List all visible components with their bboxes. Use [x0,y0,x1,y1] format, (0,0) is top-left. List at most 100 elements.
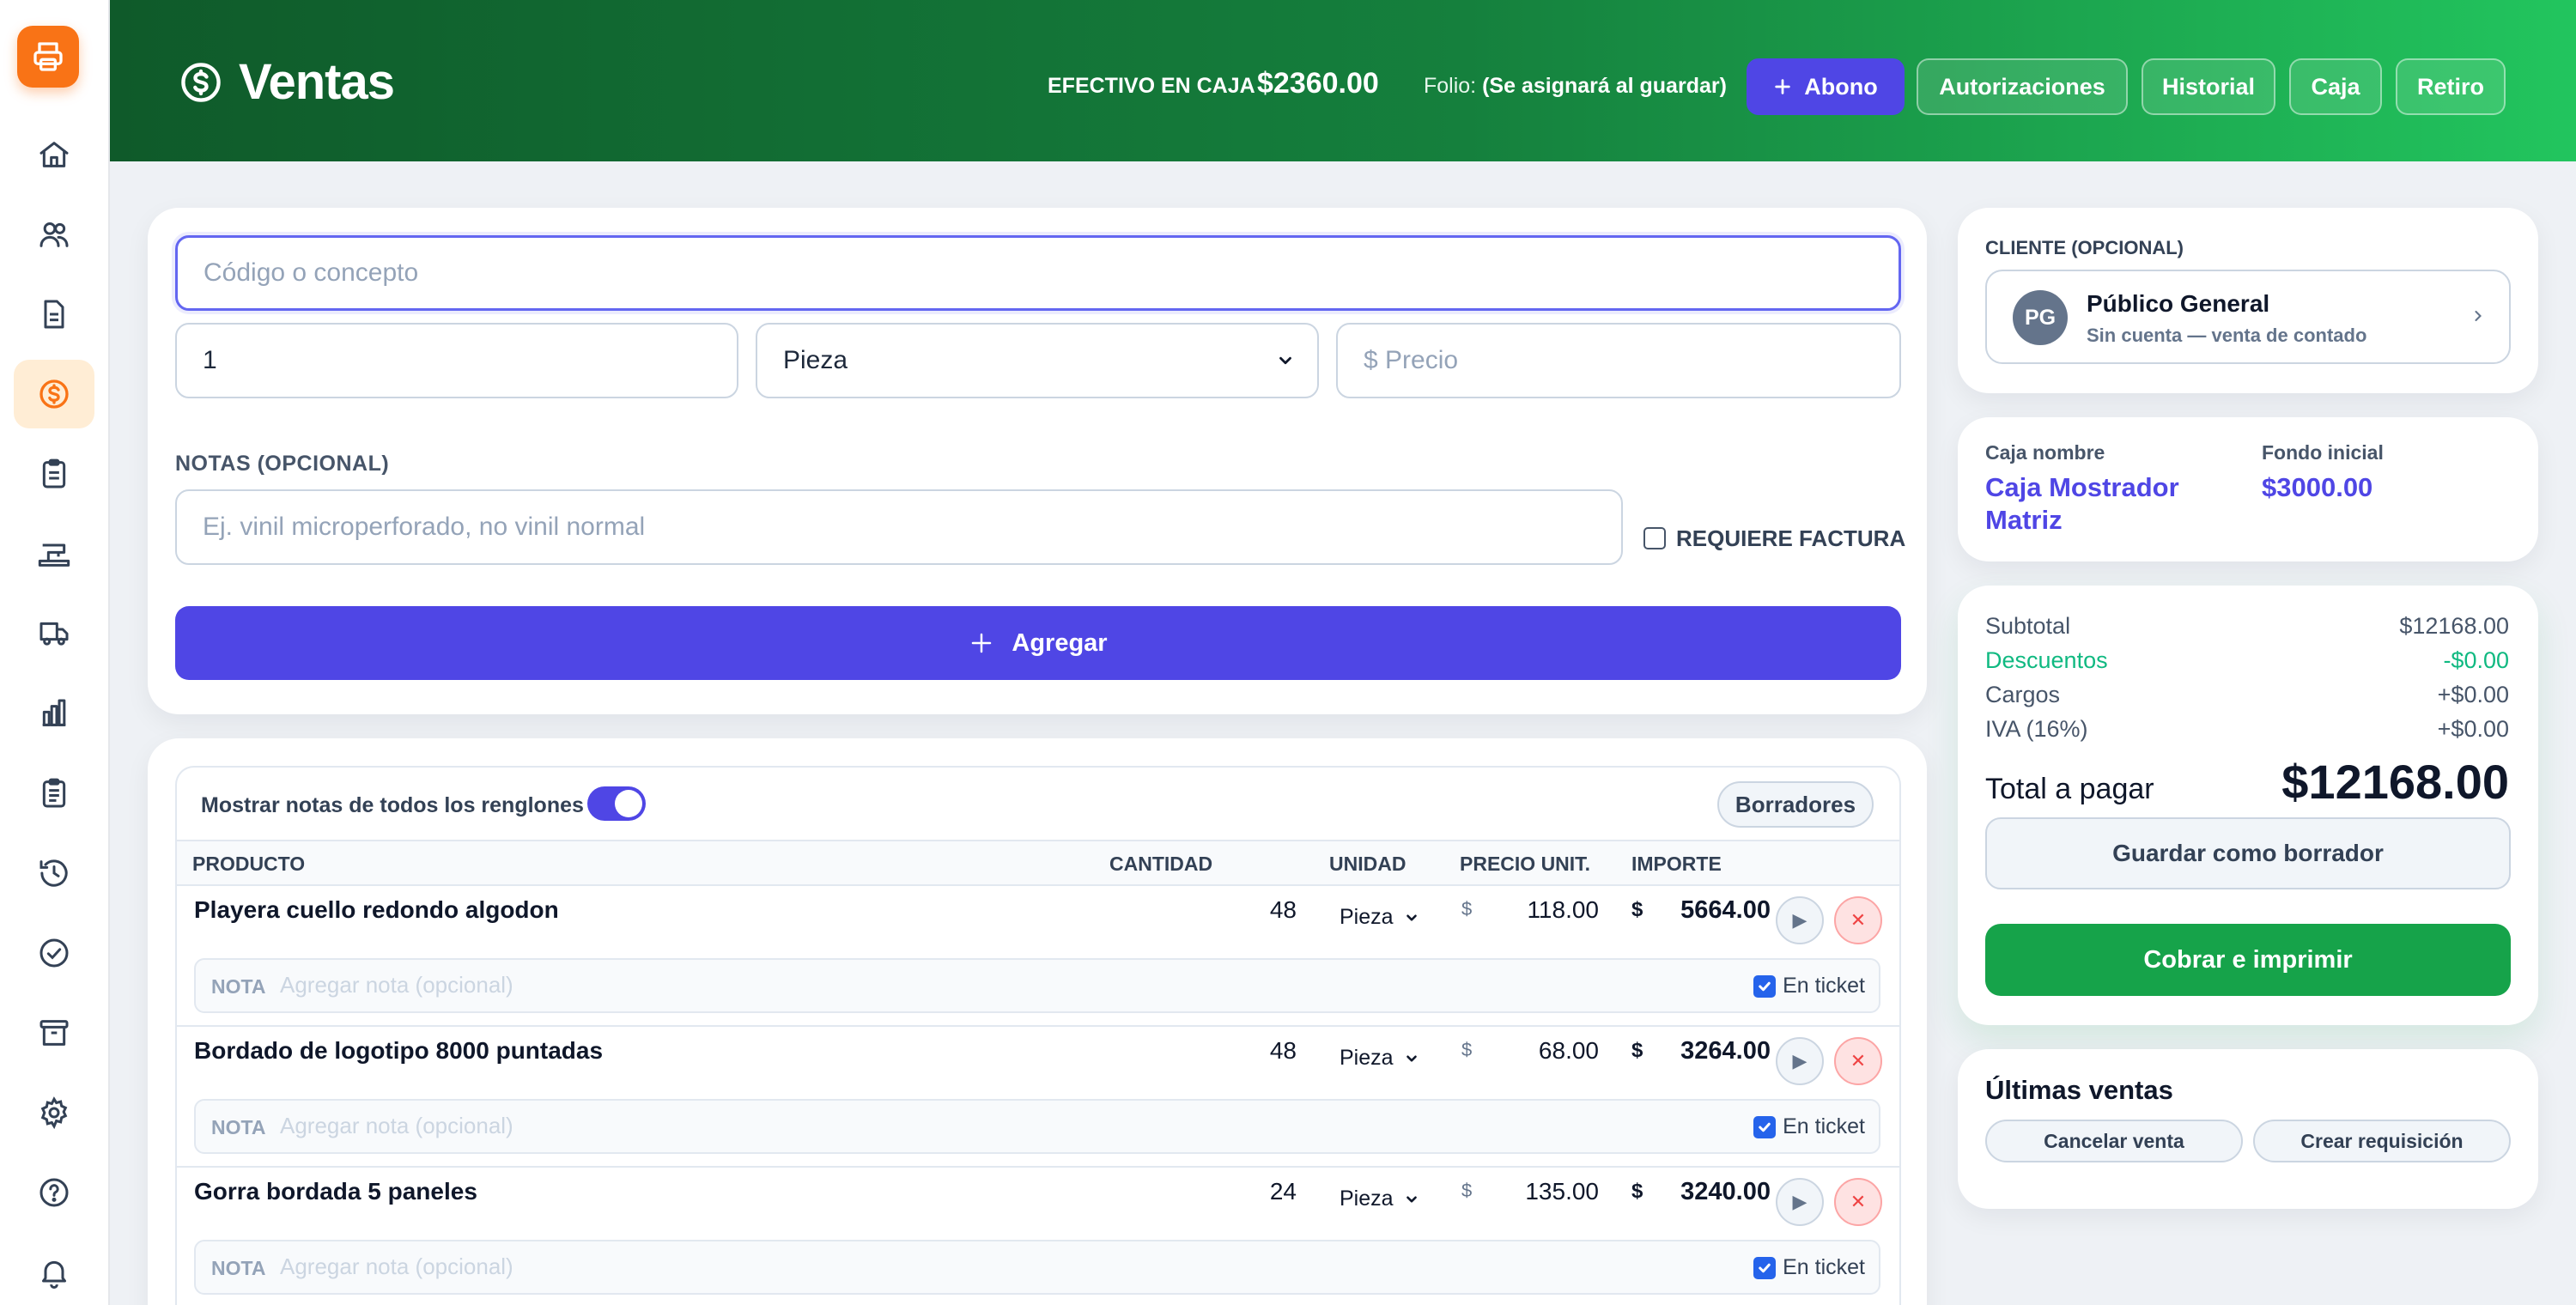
drafts-button[interactable]: Borradores [1717,781,1874,828]
note-input[interactable]: Agregar nota (opcional) [280,972,513,998]
dollar-icon[interactable] [14,360,94,428]
caja-button[interactable]: Caja [2289,58,2382,115]
retiro-button[interactable]: Retiro [2396,58,2506,115]
col-unit: UNIDAD [1329,853,1406,875]
total-label: Total a pagar [1985,773,2154,805]
product-name: Bordado de logotipo 8000 puntadas [194,1037,604,1064]
invoice-checkbox[interactable] [1643,527,1666,549]
save-draft-button[interactable]: Guardar como borrador [1985,817,2511,889]
code-input[interactable]: Código o concepto [175,235,1901,311]
chevron-down-icon [1279,356,1291,365]
gear-icon[interactable] [14,1078,94,1147]
historial-button[interactable]: Historial [2142,58,2275,115]
quantity-input[interactable]: 1 [175,323,738,398]
check-icon [1759,981,1771,992]
register-name: Caja Mostrador [1985,472,2179,502]
client-name: Público General [2087,290,2270,317]
chevron-down-icon [1406,1054,1417,1062]
history-icon[interactable] [14,839,94,907]
document-icon[interactable] [14,280,94,349]
charges-label: Cargos [1985,682,2061,707]
plus-icon [972,633,992,653]
chevron-down-icon [1406,914,1417,921]
note-input[interactable]: Agregar nota (opcional) [280,1113,513,1139]
discount-value: -$0.00 [2443,647,2509,673]
play-icon[interactable]: ▶ [1776,1037,1824,1085]
abono-button[interactable]: Abono [1747,58,1905,115]
subtotal-label: Subtotal [1985,613,2071,639]
help-icon[interactable] [14,1158,94,1227]
check-icon [1759,1263,1771,1273]
unit-price: 68.00 [1538,1037,1599,1064]
amount: 3240.00 [1680,1178,1771,1205]
divider [177,884,1899,886]
currency-symbol: $ [1631,898,1643,921]
toggle-knob [615,790,642,817]
unit-select[interactable]: Pieza [1340,1046,1419,1071]
ticket-checkbox[interactable] [1753,1257,1776,1279]
archive-icon[interactable] [14,998,94,1067]
sidebar [0,0,110,1305]
check-circle-icon[interactable] [14,919,94,987]
unit-select[interactable]: Pieza [1340,1187,1419,1211]
clipboard-list-icon[interactable] [14,759,94,828]
ticket-label: En ticket [1783,1114,1865,1138]
notes-label: NOTAS (OPCIONAL) [175,452,390,476]
sewing-machine-icon[interactable] [14,519,94,588]
bell-icon[interactable] [14,1238,94,1305]
client-selector[interactable]: PG Público General Sin cuenta — venta de… [1985,270,2511,364]
create-requisition-button[interactable]: Crear requisición [2253,1120,2511,1162]
notes-input[interactable]: Ej. vinil microperforado, no vinil norma… [175,489,1623,565]
col-quantity: CANTIDAD [1109,853,1213,875]
iva-value: +$0.00 [2437,716,2509,742]
register-name-label: Caja nombre [1985,441,2105,464]
divider [177,1025,1899,1027]
subtotal-value: $12168.00 [2399,613,2509,639]
price-input[interactable]: $ Precio [1336,323,1901,398]
register-name: Matriz [1985,505,2063,535]
chevron-right-icon [2475,310,2482,322]
currency-symbol: $ [1631,1039,1643,1062]
iva-label: IVA (16%) [1985,716,2088,742]
currency-symbol: $ [1631,1180,1643,1203]
divider [177,1166,1899,1168]
play-icon[interactable]: ▶ [1776,896,1824,944]
ticket-label: En ticket [1783,1255,1865,1279]
users-icon[interactable] [14,200,94,269]
col-unit-price: PRECIO UNIT. [1460,853,1591,875]
page-title: Ventas [179,53,395,111]
currency-symbol: $ [1461,1039,1473,1060]
play-icon[interactable]: ▶ [1776,1178,1824,1226]
product-name: Playera cuello redondo algodon [194,896,559,923]
unit-select[interactable]: Pieza [1340,905,1419,930]
ticket-label: En ticket [1783,974,1865,998]
currency-symbol: $ [1461,1180,1473,1201]
show-notes-toggle[interactable] [587,786,646,821]
folio: Folio: (Se asignará al guardar) [1424,74,1727,98]
note-row: NOTA Agregar nota (opcional) En ticket [194,958,1880,1013]
cash-label: EFECTIVO EN CAJA [1048,74,1255,98]
add-button[interactable]: Agregar [175,606,1901,680]
close-icon[interactable]: ✕ [1834,896,1882,944]
bar-chart-icon[interactable] [14,679,94,748]
fund-value: $3000.00 [2262,472,2373,502]
home-icon[interactable] [14,120,94,189]
close-icon[interactable]: ✕ [1834,1178,1882,1226]
ticket-checkbox[interactable] [1753,1116,1776,1138]
charge-print-button[interactable]: Cobrar e imprimir [1985,924,2511,996]
charges-value: +$0.00 [2437,682,2509,707]
client-label: CLIENTE (OPCIONAL) [1985,237,2184,258]
client-subtitle: Sin cuenta — venta de contado [2087,325,2367,346]
cancel-sale-button[interactable]: Cancelar venta [1985,1120,2243,1162]
autorizaciones-button[interactable]: Autorizaciones [1917,58,2128,115]
printer-icon[interactable] [17,26,79,88]
clipboard-icon[interactable] [14,440,94,508]
truck-icon[interactable] [14,599,94,668]
plus-icon [1775,79,1790,94]
total-value: $12168.00 [2281,755,2509,809]
quantity: 24 [1269,1178,1297,1205]
note-input[interactable]: Agregar nota (opcional) [280,1253,513,1280]
unit-select[interactable]: Pieza [756,323,1319,398]
close-icon[interactable]: ✕ [1834,1037,1882,1085]
ticket-checkbox[interactable] [1753,975,1776,998]
